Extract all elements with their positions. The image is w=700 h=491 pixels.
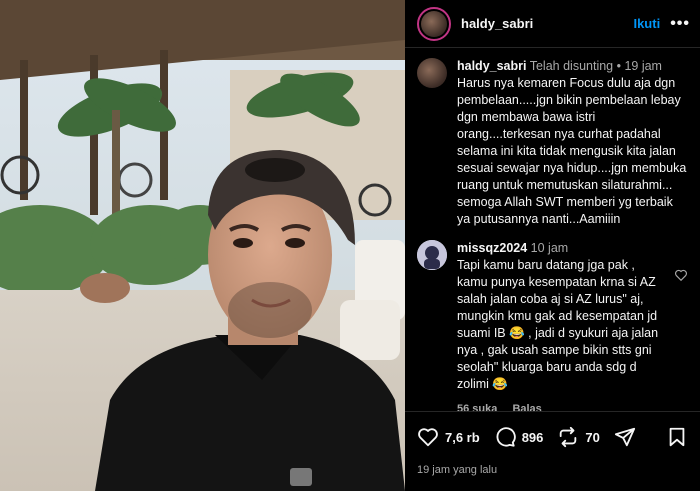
comment-avatar[interactable] [417, 58, 447, 88]
repost-icon[interactable] [557, 426, 579, 448]
comments-count[interactable]: 896 [522, 430, 544, 445]
bookmark-icon[interactable] [666, 426, 688, 448]
caption-comment: haldy_sabri Telah disunting • 19 jam Har… [417, 58, 688, 228]
comments-list: haldy_sabri Telah disunting • 19 jam Har… [405, 58, 700, 411]
comment-text: Tapi kamu baru datang jga pak , kamu pun… [457, 258, 659, 391]
comment-avatar[interactable] [417, 240, 447, 270]
comment-meta: haldy_sabri Telah disunting • 19 jam [457, 58, 688, 75]
comment-username[interactable]: missqz2024 [457, 241, 527, 255]
post-header: haldy_sabri Ikuti ••• [405, 0, 700, 48]
like-heart-icon[interactable] [417, 426, 439, 448]
post-panel: haldy_sabri Ikuti ••• haldy_sabri Telah … [405, 0, 700, 491]
comment-meta: missqz2024 10 jam [457, 240, 666, 257]
post-footer: 7,6 rb 896 70 19 jam yang lalu [405, 411, 700, 491]
more-options-icon[interactable]: ••• [670, 15, 690, 33]
reply-comment: missqz2024 10 jam Tapi kamu baru datang … [417, 240, 688, 411]
likes-count[interactable]: 7,6 rb [445, 430, 480, 445]
follow-button[interactable]: Ikuti [633, 16, 660, 31]
comment-likes[interactable]: 56 suka [457, 403, 497, 411]
author-username[interactable]: haldy_sabri [461, 16, 633, 31]
post-photo [0, 0, 405, 491]
share-send-icon[interactable] [614, 426, 636, 448]
comment-username[interactable]: haldy_sabri [457, 59, 526, 73]
comment-bubble-icon[interactable] [494, 426, 516, 448]
comment-text: Harus nya kemaren Focus dulu aja dgn pem… [457, 76, 687, 226]
reposts-count[interactable]: 70 [585, 430, 599, 445]
comment-time: 10 jam [530, 241, 569, 255]
post-timestamp[interactable]: 19 jam yang lalu [417, 464, 688, 476]
comment-edit-time: Telah disunting • 19 jam [529, 59, 662, 73]
comment-like-icon[interactable] [674, 268, 688, 282]
reply-button[interactable]: Balas [512, 403, 541, 411]
author-avatar[interactable] [417, 6, 451, 41]
